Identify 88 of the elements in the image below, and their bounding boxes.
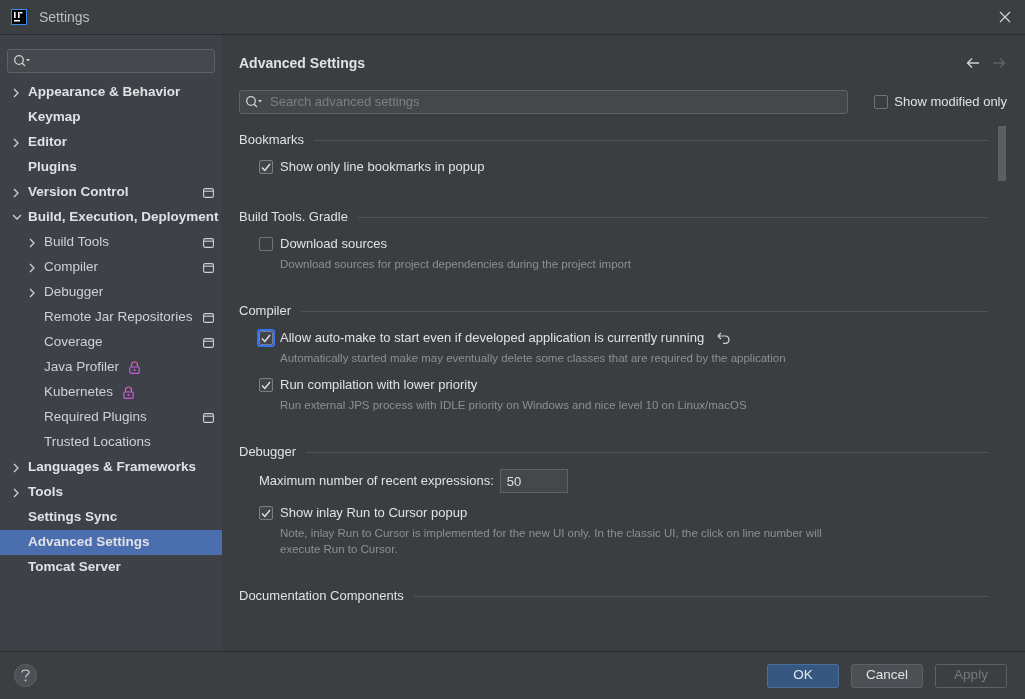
settings-tree-item[interactable]: Editor [0,130,222,155]
settings-tree-item[interactable]: Coverage [0,330,222,355]
window-title: Settings [39,7,90,27]
window-icon [203,312,214,323]
page-title: Advanced Settings [239,53,366,73]
window-icon [203,187,214,198]
tree-item-label: Editor [28,133,67,152]
tree-item-label: Languages & Frameworks [28,458,197,477]
back-button[interactable] [965,55,981,71]
tree-item-label: Version Control [28,183,129,202]
settings-tree-item[interactable]: Advanced Settings [0,530,222,555]
settings-tree-item[interactable]: Tomcat Server [0,555,222,580]
checkbox[interactable] [259,160,273,174]
settings-tree-item[interactable]: Build Tools [0,230,222,255]
section-heading: Compiler [239,302,291,321]
settings-search-field[interactable]: Search advanced settings [239,89,848,114]
sidebar-search-field[interactable] [7,49,215,73]
app-logo-icon [11,9,27,25]
section-heading: Documentation Components [239,587,404,606]
tree-item-label: Kubernetes [44,383,114,402]
tree-item-label: Appearance & Behavior [28,83,181,102]
tree-item-label: Coverage [44,333,103,352]
window-icon [203,262,214,273]
setting-description: Run external JPS process with IDLE priority on Windows and nice level 10 on Linux/macOS [280,398,748,413]
section-heading: Bookmarks [239,131,305,150]
checkbox[interactable] [259,331,273,345]
reset-icon[interactable] [717,332,732,344]
settings-tree-item[interactable]: Debugger [0,280,222,305]
setting-label: Maximum number of recent expressions: [259,472,494,491]
lock-icon [123,386,135,399]
tree-item-label: Build, Execution, Deployment [28,208,219,227]
tree-item-label: Advanced Settings [28,533,150,552]
lock-icon [129,361,141,374]
close-icon [999,11,1011,23]
tree-item-label: Remote Jar Repositories [44,308,193,327]
search-icon [245,94,263,109]
tree-item-label: Tomcat Server [28,558,121,577]
tree-item-label: Settings Sync [28,508,118,527]
setting-description: Download sources for project dependencies during the project import [280,257,632,272]
checkbox[interactable] [259,378,273,392]
tree-item-label: Compiler [44,258,98,277]
settings-tree-item[interactable]: Plugins [0,155,222,180]
setting-label: Download sources [280,235,387,254]
tree-item-label: Required Plugins [44,408,147,427]
help-button[interactable] [14,664,37,687]
forward-arrow-icon [992,57,1006,69]
settings-tree-item[interactable]: Required Plugins [0,405,222,430]
tree-item-label: Build Tools [44,233,110,252]
checkbox[interactable] [259,237,273,251]
settings-tree-item[interactable]: Settings Sync [0,505,222,530]
dialog-button[interactable]: OK [767,663,839,688]
setting-description: Automatically started make may eventually delete some classes that are required by the application [280,351,787,366]
settings-tree-item[interactable]: Tools [0,480,222,505]
settings-tree-item[interactable]: Kubernetes [0,380,222,405]
settings-tree-item[interactable]: Remote Jar Repositories [0,305,222,330]
window-icon [203,337,214,348]
show-modified-label: Show modified only [894,92,1007,111]
section-heading: Debugger [239,443,297,462]
setting-label: Show inlay Run to Cursor popup [280,504,468,523]
tree-item-label: Tools [28,483,63,502]
number-input-field[interactable]: 50 [499,469,568,493]
settings-tree-item[interactable]: Appearance & Behavior [0,80,222,105]
window-icon [203,412,214,423]
setting-label: Show only line bookmarks in popup [280,158,485,177]
scrollbar-thumb[interactable] [998,126,1006,181]
dialog-button[interactable]: Cancel [851,663,923,688]
tree-item-label: Java Profiler [44,358,120,377]
settings-tree-item[interactable]: Build, Execution, Deployment [0,205,222,230]
settings-tree-item[interactable]: Compiler [0,255,222,280]
setting-label: Allow auto-make to start even if developed application is currently running [280,329,705,348]
setting-label: Run compilation with lower priority [280,376,478,395]
settings-tree-item[interactable]: Languages & Frameworks [0,455,222,480]
tree-item-label: Debugger [44,283,104,302]
window-icon [203,237,214,248]
tree-item-label: Plugins [28,158,77,177]
settings-tree-item[interactable]: Trusted Locations [0,430,222,455]
section-heading: Build Tools. Gradle [239,208,348,227]
back-arrow-icon [966,57,980,69]
checkbox[interactable] [259,506,273,520]
tree-item-label: Keymap [28,108,81,127]
search-icon [13,54,31,68]
settings-tree-item[interactable]: Java Profiler [0,355,222,380]
tree-item-label: Trusted Locations [44,433,151,452]
settings-tree-item[interactable]: Version Control [0,180,222,205]
question-mark-icon [21,669,30,682]
settings-tree-item[interactable]: Keymap [0,105,222,130]
setting-description: Note, inlay Run to Cursor is implemented for the new UI only. In the classic UI, the click on line number will execute Run to Cursor. [280,526,823,557]
show-modified-checkbox[interactable] [874,94,889,109]
